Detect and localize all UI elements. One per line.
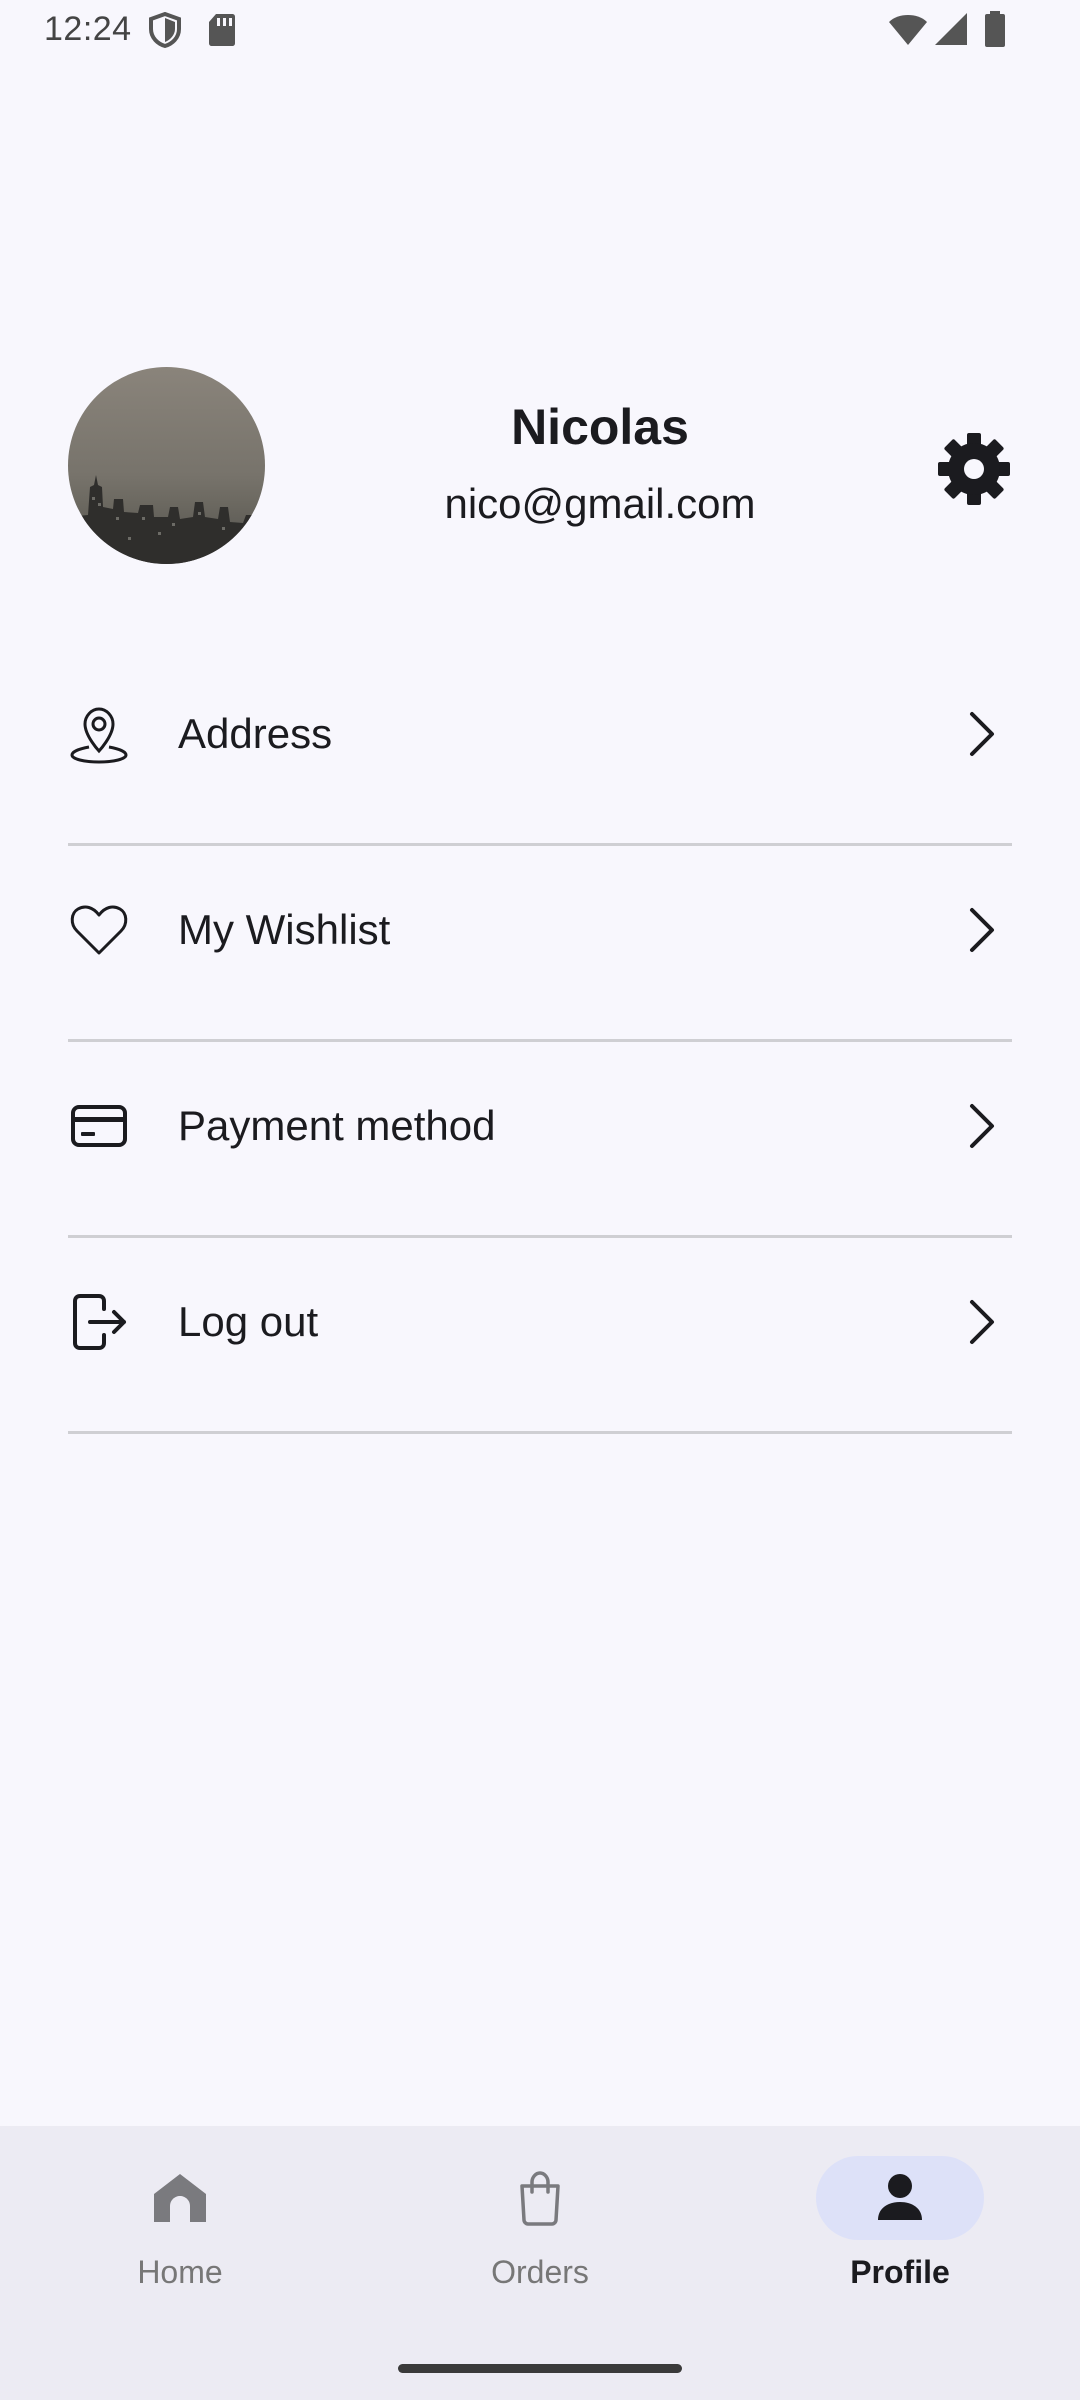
location-pin-icon <box>70 707 128 764</box>
credit-card-icon <box>71 1105 127 1147</box>
wifi-icon <box>889 15 927 45</box>
logout-icon <box>73 1294 126 1350</box>
gesture-home-indicator[interactable] <box>398 2364 682 2373</box>
avatar-cityscape-image <box>68 475 265 564</box>
menu-item-label: Log out <box>178 1298 319 1345</box>
profile-screen: 12:24 Nicolas nico@gmail.com Address My … <box>0 0 1080 2400</box>
nav-item-home[interactable]: Home <box>0 2126 360 2326</box>
sd-card-icon <box>209 14 235 46</box>
nav-item-orders[interactable]: Orders <box>360 2126 720 2326</box>
chevron-right-icon <box>970 1104 994 1148</box>
menu-item-wishlist[interactable]: My Wishlist <box>68 846 1012 1042</box>
home-icon <box>154 2174 206 2222</box>
menu-item-address[interactable]: Address <box>68 650 1012 846</box>
menu-item-label: Payment method <box>178 1102 496 1149</box>
chevron-right-icon <box>970 908 994 952</box>
gear-icon[interactable] <box>935 430 1013 508</box>
status-bar: 12:24 <box>0 0 1080 64</box>
nav-label: Profile <box>850 2254 950 2290</box>
profile-email: nico@gmail.com <box>444 480 756 527</box>
avatar[interactable] <box>68 367 265 564</box>
menu-item-label: Address <box>178 710 333 757</box>
signal-icon <box>935 13 967 45</box>
menu-item-label: My Wishlist <box>178 906 391 953</box>
status-time: 12:24 <box>44 10 132 48</box>
nav-label: Orders <box>491 2254 589 2290</box>
menu-item-logout[interactable]: Log out <box>68 1238 1012 1434</box>
menu-item-payment-method[interactable]: Payment method <box>68 1042 1012 1238</box>
shield-icon <box>149 12 181 48</box>
bottom-navigation-bar: Home Orders Profile <box>0 2126 1080 2400</box>
person-icon <box>878 2174 922 2220</box>
profile-name: Nicolas <box>511 399 689 455</box>
heart-icon <box>70 905 128 955</box>
nav-item-profile[interactable]: Profile <box>720 2126 1080 2326</box>
nav-label: Home <box>137 2254 223 2290</box>
battery-icon <box>985 11 1005 47</box>
divider <box>68 1431 1012 1434</box>
chevron-right-icon <box>970 1300 994 1344</box>
chevron-right-icon <box>970 712 994 756</box>
shopping-bag-icon <box>520 2171 560 2226</box>
